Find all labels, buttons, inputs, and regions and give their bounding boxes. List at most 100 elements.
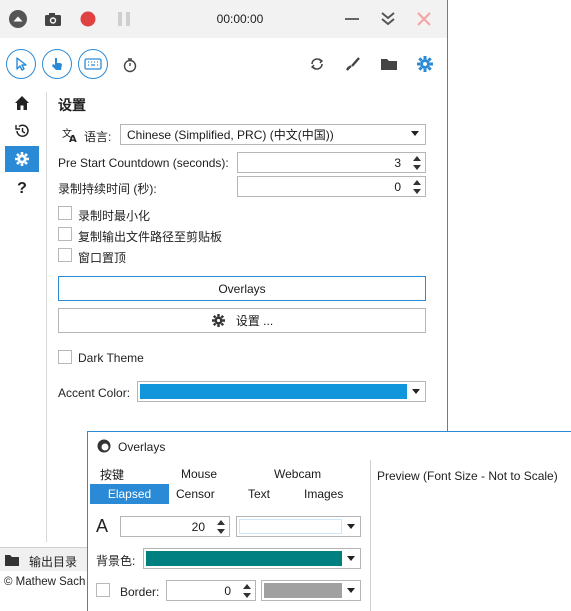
footer-output-bar[interactable]: 输出目录 [0,547,87,571]
advanced-settings-button[interactable]: 设置 ... [58,308,426,333]
sidebar-divider [46,92,47,542]
keyboard-button[interactable] [78,49,108,79]
history-icon [15,124,29,137]
close-icon [417,12,431,26]
copy-path-checkbox[interactable] [58,227,72,241]
refresh-button[interactable] [307,54,327,74]
dark-theme-label: Dark Theme [78,351,144,365]
tab-censor[interactable]: Censor [172,484,219,504]
font-color-swatch [239,519,342,534]
minimize-checkbox[interactable] [58,206,72,220]
tab-text[interactable]: Text [244,484,274,504]
draw-button[interactable] [343,54,363,74]
border-color-picker[interactable] [261,580,361,601]
minimize-to-tray-button[interactable] [378,9,398,29]
accent-color-swatch [140,384,407,399]
language-select[interactable]: Chinese (Simplified, PRC) (中文(中国)) [120,124,426,145]
border-width-stepper[interactable]: 0 [166,580,256,601]
language-label: 语言: [84,130,112,144]
question-icon: ? [17,180,27,197]
stopwatch-icon [123,58,137,73]
tab-keystrokes[interactable]: 按键 [96,464,128,484]
font-color-picker[interactable] [236,516,361,537]
dark-theme-checkbox[interactable] [58,350,72,364]
overlays-divider [370,460,371,611]
chevron-down-icon [412,389,420,394]
collapse-button[interactable] [8,9,28,29]
background-color-label: 背景色: [96,554,136,568]
preview-label: Preview (Font Size - Not to Scale) [377,469,558,483]
countdown-label: Pre Start Countdown (seconds): [58,156,229,170]
record-icon [80,11,96,27]
folder-icon [5,555,19,566]
refresh-icon [310,58,324,70]
spin-up-icon[interactable] [243,584,251,589]
background-color-picker[interactable] [143,548,361,569]
minimize-checkbox-label: 录制时最小化 [78,209,151,223]
chevron-down-icon [411,131,419,136]
brush-icon [346,57,360,71]
spin-up-icon[interactable] [217,520,225,525]
window-select-button[interactable] [42,49,72,79]
tab-webcam[interactable]: Webcam [270,464,325,484]
nav-settings[interactable] [5,146,39,172]
overlays-title: Overlays [118,440,166,454]
page-title: 设置 [58,97,86,113]
topmost-checkbox[interactable] [58,248,72,262]
copy-path-checkbox-label: 复制输出文件路径至剪贴板 [78,230,223,244]
home-icon [15,96,29,110]
overlays-button[interactable]: Overlays [58,276,426,301]
screenshot-button[interactable] [42,9,64,29]
spin-down-icon[interactable] [243,593,251,598]
folder-icon [381,59,397,70]
copyright-text: © Mathew Sach [4,576,86,588]
nav-help[interactable]: ? [5,176,39,202]
accent-color-picker[interactable] [137,381,426,402]
timer-button[interactable] [120,55,140,75]
border-width-value: 0 [224,584,231,598]
overlays-title-bar: Overlays [88,432,571,460]
region-select-button[interactable] [6,49,36,79]
font-size-value: 20 [191,520,205,534]
title-bar: 00:00:00 [0,0,447,38]
spin-down-icon[interactable] [413,189,421,194]
border-checkbox[interactable] [96,583,110,597]
settings-gear-button[interactable] [415,54,435,74]
arrow-cursor-icon [16,57,27,71]
countdown-value: 3 [394,156,401,170]
background-color-swatch [146,551,342,566]
recording-timer: 00:00:00 [216,12,264,26]
countdown-stepper[interactable]: 3 [237,152,426,173]
spin-up-icon[interactable] [413,180,421,185]
tab-elapsed[interactable]: Elapsed [90,484,169,504]
open-folder-button[interactable] [379,54,399,74]
camera-icon [45,13,61,26]
spin-up-icon[interactable] [413,156,421,161]
overlays-window: Overlays 按键 Mouse Webcam Elapsed Censor … [87,431,571,611]
pause-button[interactable] [114,9,134,29]
nav-history[interactable] [5,118,39,144]
record-button[interactable] [78,9,98,29]
topmost-checkbox-label: 窗口置顶 [78,251,127,265]
chevron-down-icon [347,556,355,561]
side-navigation: ? [0,88,46,598]
minimize-icon [345,18,359,20]
gear-icon [417,56,433,72]
tab-mouse[interactable]: Mouse [177,464,221,484]
duration-label: 录制持续时间 (秒): [58,182,157,196]
spin-down-icon[interactable] [413,165,421,170]
spin-down-icon[interactable] [217,529,225,534]
accent-color-label: Accent Color: [58,386,131,400]
border-label: Border: [120,585,160,599]
gear-icon [211,314,225,327]
language-select-value: Chinese (Simplified, PRC) (中文(中国)) [127,128,334,142]
duration-stepper[interactable]: 0 [237,176,426,197]
close-button[interactable] [414,9,434,29]
gear-icon [15,152,29,166]
minimize-button[interactable] [342,9,362,29]
svg-text:A: A [69,134,77,143]
font-size-icon: A [96,516,109,536]
font-size-stepper[interactable]: 20 [120,516,230,537]
nav-home[interactable] [5,90,39,116]
tab-images[interactable]: Images [300,484,347,504]
